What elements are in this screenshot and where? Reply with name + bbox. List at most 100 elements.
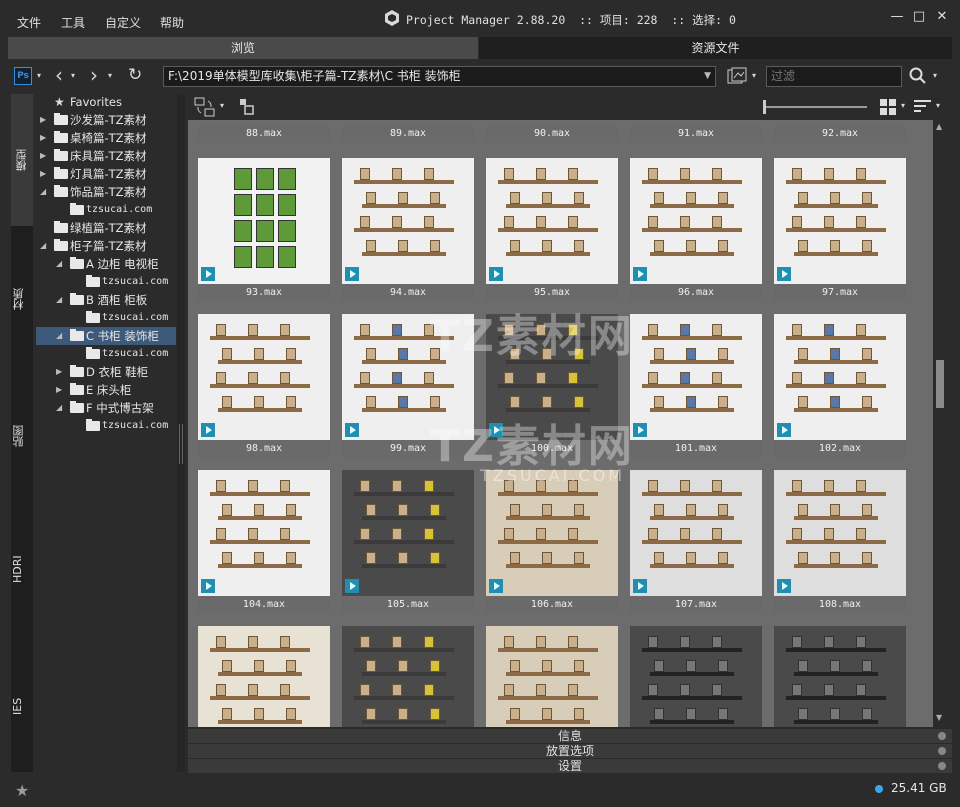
- asset-thumbnail[interactable]: [774, 626, 906, 727]
- asset-thumbnail[interactable]: [774, 158, 906, 284]
- asset-caption[interactable]: 98.max: [198, 440, 330, 458]
- collapse-arrow-icon[interactable]: ◢: [40, 237, 46, 255]
- path-dropdown-icon[interactable]: ▼: [704, 67, 711, 86]
- asset-caption[interactable]: 88.max: [198, 125, 330, 143]
- collapse-arrow-icon[interactable]: ◢: [56, 399, 62, 417]
- expand-arrow-icon[interactable]: ▶: [40, 165, 46, 183]
- filter-input[interactable]: 过滤: [766, 66, 902, 87]
- asset-card[interactable]: 97.max: [774, 158, 906, 302]
- expand-arrow-icon[interactable]: ▶: [56, 381, 62, 399]
- asset-thumbnail[interactable]: [774, 470, 906, 596]
- asset-caption[interactable]: 102.max: [774, 440, 906, 458]
- asset-thumbnail[interactable]: [630, 314, 762, 440]
- tree-item[interactable]: ▶ D 衣柜 鞋柜: [36, 363, 176, 381]
- tree-item[interactable]: tzsucai.com: [36, 309, 176, 327]
- search-dropdown-icon[interactable]: ▾: [933, 71, 937, 80]
- tree-item[interactable]: ▶ 沙发篇-TZ素材: [36, 111, 176, 129]
- boxes-icon[interactable]: [236, 97, 256, 117]
- photoshop-button[interactable]: Ps: [14, 67, 32, 85]
- collapse-arrow-icon[interactable]: ◢: [56, 291, 62, 309]
- asset-caption[interactable]: 90.max: [486, 125, 618, 143]
- asset-caption[interactable]: 105.max: [342, 596, 474, 614]
- forward-icon[interactable]: ›: [90, 63, 98, 87]
- expand-arrow-icon[interactable]: ▶: [56, 363, 62, 381]
- grid-scrollbar[interactable]: ▲ ▼: [933, 120, 952, 727]
- favorite-star-icon[interactable]: ★: [15, 781, 29, 800]
- search-icon[interactable]: [909, 67, 927, 85]
- tree-item[interactable]: 绿植篇-TZ素材: [36, 219, 176, 237]
- asset-card[interactable]: [198, 626, 330, 727]
- asset-card[interactable]: 94.max: [342, 158, 474, 302]
- menu-help[interactable]: 帮助: [160, 14, 184, 31]
- tree-item[interactable]: ◢ 饰品篇-TZ素材: [36, 183, 176, 201]
- asset-caption[interactable]: 91.max: [630, 125, 762, 143]
- close-icon[interactable]: ✕: [935, 10, 949, 24]
- scroll-up-icon[interactable]: ▲: [936, 122, 942, 131]
- zoom-slider-handle[interactable]: [763, 100, 766, 114]
- asset-thumbnail[interactable]: [630, 158, 762, 284]
- asset-card[interactable]: 93.max: [198, 158, 330, 302]
- asset-thumbnail[interactable]: [630, 626, 762, 727]
- forward-dropdown-icon[interactable]: ▾: [108, 71, 112, 80]
- tree-item[interactable]: ▶ 床具篇-TZ素材: [36, 147, 176, 165]
- asset-thumbnail[interactable]: [486, 470, 618, 596]
- asset-caption[interactable]: 97.max: [774, 284, 906, 302]
- tree-item[interactable]: ▶ 灯具篇-TZ素材: [36, 165, 176, 183]
- asset-card[interactable]: 105.max: [342, 470, 474, 614]
- vtab-model[interactable]: 模型: [11, 94, 33, 226]
- asset-card[interactable]: 107.max: [630, 470, 762, 614]
- tree-item[interactable]: ◢ C 书柜 装饰柜: [36, 327, 176, 345]
- back-dropdown-icon[interactable]: ▾: [71, 71, 75, 80]
- tree-item[interactable]: ◢ F 中式博古架: [36, 399, 176, 417]
- tab-assets[interactable]: 资源文件: [479, 37, 952, 59]
- menu-tools[interactable]: 工具: [61, 14, 85, 31]
- asset-thumbnail[interactable]: [630, 470, 762, 596]
- vtab-hdri[interactable]: HDRI: [11, 549, 33, 589]
- asset-thumbnail[interactable]: [774, 314, 906, 440]
- asset-caption[interactable]: 108.max: [774, 596, 906, 614]
- view-dropdown-icon[interactable]: ▾: [901, 101, 905, 110]
- vtab-texture[interactable]: 贴图: [11, 416, 33, 456]
- asset-card[interactable]: 101.max: [630, 314, 762, 458]
- vtab-material[interactable]: 材质: [11, 279, 33, 319]
- expand-arrow-icon[interactable]: ▶: [40, 111, 46, 129]
- asset-thumbnail[interactable]: [486, 626, 618, 727]
- asset-card[interactable]: [630, 626, 762, 727]
- ps-dropdown-icon[interactable]: ▾: [37, 71, 41, 80]
- asset-thumbnail[interactable]: [198, 470, 330, 596]
- asset-caption[interactable]: 107.max: [630, 596, 762, 614]
- vtab-ies[interactable]: IES: [11, 691, 33, 721]
- asset-caption[interactable]: 92.max: [774, 125, 906, 143]
- tree-item[interactable]: ▶ 桌椅篇-TZ素材: [36, 129, 176, 147]
- refresh-icon[interactable]: ↻: [128, 65, 142, 85]
- asset-caption[interactable]: 106.max: [486, 596, 618, 614]
- asset-card[interactable]: 96.max: [630, 158, 762, 302]
- asset-card[interactable]: 106.max: [486, 470, 618, 614]
- asset-caption[interactable]: 93.max: [198, 284, 330, 302]
- collapse-arrow-icon[interactable]: ◢: [40, 183, 46, 201]
- panel-placement-options[interactable]: 放置选项: [188, 743, 952, 758]
- asset-thumbnail[interactable]: [198, 314, 330, 440]
- sort-icon[interactable]: [914, 99, 932, 115]
- asset-caption[interactable]: 104.max: [198, 596, 330, 614]
- collapse-arrow-icon[interactable]: ◢: [56, 255, 62, 273]
- tree-item[interactable]: ◢ B 酒柜 柜板: [36, 291, 176, 309]
- asset-card[interactable]: [774, 626, 906, 727]
- maximize-icon[interactable]: □: [912, 10, 926, 24]
- panel-settings[interactable]: 设置: [188, 758, 952, 773]
- tree-item[interactable]: tzsucai.com: [36, 201, 176, 219]
- path-input[interactable]: F:\2019单体模型库收集\柜子篇-TZ素材\C 书柜 装饰柜 ▼: [163, 66, 716, 87]
- panel-info[interactable]: 信息: [188, 728, 952, 743]
- asset-card[interactable]: 104.max: [198, 470, 330, 614]
- expand-arrow-icon[interactable]: ▶: [40, 147, 46, 165]
- asset-caption[interactable]: 89.max: [342, 125, 474, 143]
- menu-file[interactable]: 文件: [17, 14, 41, 31]
- panel-splitter[interactable]: [177, 94, 185, 772]
- tree-item[interactable]: ▶ E 床头柜: [36, 381, 176, 399]
- sort-dropdown-icon[interactable]: ▾: [936, 101, 940, 110]
- asset-card[interactable]: 95.max: [486, 158, 618, 302]
- asset-thumbnail[interactable]: [198, 158, 330, 284]
- asset-thumbnail[interactable]: [342, 626, 474, 727]
- sync-icon[interactable]: [194, 97, 216, 117]
- sync-dropdown-icon[interactable]: ▾: [220, 101, 224, 110]
